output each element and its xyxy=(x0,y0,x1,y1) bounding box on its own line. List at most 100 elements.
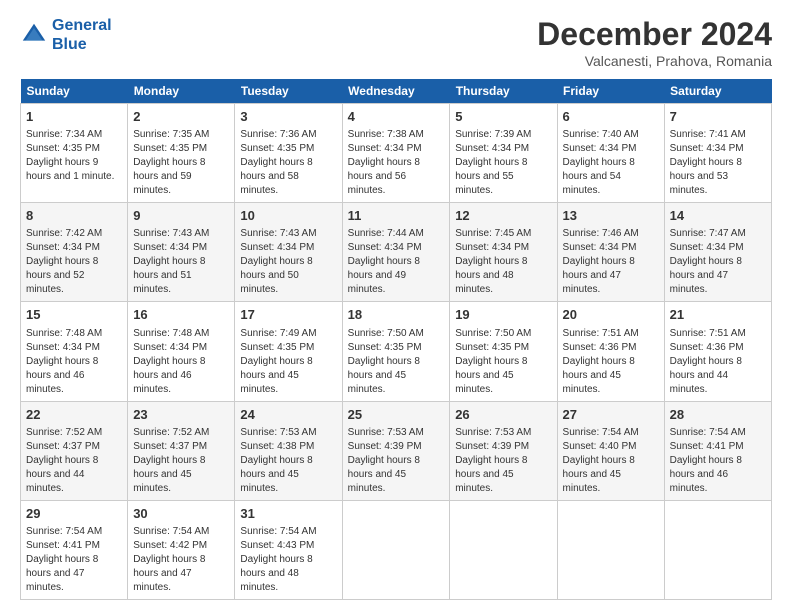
daylight-text: Daylight hours 8 hours and 47 minutes. xyxy=(26,554,98,593)
sunrise-text: Sunrise: 7:43 AM xyxy=(133,228,209,239)
daylight-text: Daylight hours 8 hours and 47 minutes. xyxy=(563,256,635,295)
day-number: 19 xyxy=(455,306,551,324)
sunrise-text: Sunrise: 7:43 AM xyxy=(240,228,316,239)
calendar-cell: 18Sunrise: 7:50 AMSunset: 4:35 PMDayligh… xyxy=(342,302,450,401)
daylight-text: Daylight hours 8 hours and 46 minutes. xyxy=(133,356,205,395)
col-header-thursday: Thursday xyxy=(450,79,557,104)
logo-text: General Blue xyxy=(52,16,112,54)
day-number: 8 xyxy=(26,207,122,225)
sunset-text: Sunset: 4:35 PM xyxy=(240,342,314,353)
sunrise-text: Sunrise: 7:48 AM xyxy=(26,328,102,339)
calendar-cell: 10Sunrise: 7:43 AMSunset: 4:34 PMDayligh… xyxy=(235,203,342,302)
calendar-cell: 1Sunrise: 7:34 AMSunset: 4:35 PMDaylight… xyxy=(21,104,128,203)
sunset-text: Sunset: 4:34 PM xyxy=(26,342,100,353)
logo: General Blue xyxy=(20,16,112,54)
sunset-text: Sunset: 4:43 PM xyxy=(240,540,314,551)
sunset-text: Sunset: 4:34 PM xyxy=(670,242,744,253)
sunrise-text: Sunrise: 7:34 AM xyxy=(26,129,102,140)
daylight-text: Daylight hours 8 hours and 58 minutes. xyxy=(240,157,312,196)
sunset-text: Sunset: 4:34 PM xyxy=(455,143,529,154)
day-number: 13 xyxy=(563,207,659,225)
calendar-cell: 26Sunrise: 7:53 AMSunset: 4:39 PMDayligh… xyxy=(450,401,557,500)
day-number: 6 xyxy=(563,108,659,126)
sunrise-text: Sunrise: 7:54 AM xyxy=(240,526,316,537)
daylight-text: Daylight hours 8 hours and 45 minutes. xyxy=(240,455,312,494)
sunrise-text: Sunrise: 7:45 AM xyxy=(455,228,531,239)
daylight-text: Daylight hours 8 hours and 44 minutes. xyxy=(670,356,742,395)
day-number: 20 xyxy=(563,306,659,324)
day-number: 14 xyxy=(670,207,766,225)
calendar-week-row: 1Sunrise: 7:34 AMSunset: 4:35 PMDaylight… xyxy=(21,104,772,203)
calendar-week-row: 15 Sunrise: 7:48 AM Sunset: 4:34 PM Dayligh… xyxy=(21,302,772,401)
sunrise-text: Sunrise: 7:44 AM xyxy=(348,228,424,239)
sunset-text: Sunset: 4:35 PM xyxy=(348,342,422,353)
sunset-text: Sunset: 4:34 PM xyxy=(455,242,529,253)
sunset-text: Sunset: 4:35 PM xyxy=(26,143,100,154)
month-title: December 2024 xyxy=(537,16,772,53)
sunset-text: Sunset: 4:36 PM xyxy=(670,342,744,353)
day-number: 10 xyxy=(240,207,336,225)
daylight-text: Daylight hours 8 hours and 44 minutes. xyxy=(26,455,98,494)
daylight-text: Daylight hours 8 hours and 50 minutes. xyxy=(240,256,312,295)
day-number: 15 xyxy=(26,306,122,324)
calendar-cell: 7Sunrise: 7:41 AMSunset: 4:34 PMDaylight… xyxy=(664,104,771,203)
daylight-text: Daylight hours 8 hours and 45 minutes. xyxy=(240,356,312,395)
daylight-text: Daylight hours 8 hours and 45 minutes. xyxy=(455,356,527,395)
daylight-text: Daylight hours 8 hours and 59 minutes. xyxy=(133,157,205,196)
day-number: 26 xyxy=(455,406,551,424)
sunrise-text: Sunrise: 7:47 AM xyxy=(670,228,746,239)
sunset-text: Sunset: 4:38 PM xyxy=(240,441,314,452)
col-header-wednesday: Wednesday xyxy=(342,79,450,104)
col-header-monday: Monday xyxy=(128,79,235,104)
sunset-text: Sunset: 4:34 PM xyxy=(26,242,100,253)
calendar-cell: 28Sunrise: 7:54 AMSunset: 4:41 PMDayligh… xyxy=(664,401,771,500)
sunrise-text: Sunrise: 7:49 AM xyxy=(240,328,316,339)
daylight-text: Daylight hours 8 hours and 52 minutes. xyxy=(26,256,98,295)
daylight-text: Daylight hours 8 hours and 46 minutes. xyxy=(670,455,742,494)
sunrise-text: Sunrise: 7:40 AM xyxy=(563,129,639,140)
calendar-cell xyxy=(342,500,450,599)
sunset-text: Sunset: 4:35 PM xyxy=(133,143,207,154)
daylight-text: Daylight hours 8 hours and 56 minutes. xyxy=(348,157,420,196)
day-number: 5 xyxy=(455,108,551,126)
sunset-text: Sunset: 4:35 PM xyxy=(455,342,529,353)
sunrise-text: Sunrise: 7:46 AM xyxy=(563,228,639,239)
sunrise-text: Sunrise: 7:50 AM xyxy=(348,328,424,339)
calendar-cell: 17Sunrise: 7:49 AMSunset: 4:35 PMDayligh… xyxy=(235,302,342,401)
sunrise-text: Sunrise: 7:54 AM xyxy=(670,427,746,438)
calendar-week-row: 22Sunrise: 7:52 AMSunset: 4:37 PMDayligh… xyxy=(21,401,772,500)
daylight-text: Daylight hours 9 hours and 1 minute. xyxy=(26,157,114,182)
calendar-cell: 9Sunrise: 7:43 AMSunset: 4:34 PMDaylight… xyxy=(128,203,235,302)
sunrise-text: Sunrise: 7:36 AM xyxy=(240,129,316,140)
day-number: 22 xyxy=(26,406,122,424)
daylight-text: Daylight hours 8 hours and 45 minutes. xyxy=(563,455,635,494)
logo-icon xyxy=(20,21,48,49)
day-number: 28 xyxy=(670,406,766,424)
day-number: 2 xyxy=(133,108,229,126)
calendar-cell: 16Sunrise: 7:48 AMSunset: 4:34 PMDayligh… xyxy=(128,302,235,401)
calendar-cell: 23Sunrise: 7:52 AMSunset: 4:37 PMDayligh… xyxy=(128,401,235,500)
sunrise-text: Sunrise: 7:38 AM xyxy=(348,129,424,140)
sunrise-text: Sunrise: 7:41 AM xyxy=(670,129,746,140)
daylight-text: Daylight hours 8 hours and 45 minutes. xyxy=(563,356,635,395)
title-block: December 2024 Valcanesti, Prahova, Roman… xyxy=(537,16,772,69)
sunrise-text: Sunrise: 7:39 AM xyxy=(455,129,531,140)
page-header: General Blue December 2024 Valcanesti, P… xyxy=(20,16,772,69)
sunrise-text: Sunrise: 7:51 AM xyxy=(670,328,746,339)
calendar-week-row: 29Sunrise: 7:54 AMSunset: 4:41 PMDayligh… xyxy=(21,500,772,599)
daylight-text: Daylight hours 8 hours and 47 minutes. xyxy=(670,256,742,295)
calendar-cell: 25Sunrise: 7:53 AMSunset: 4:39 PMDayligh… xyxy=(342,401,450,500)
sunrise-text: Sunrise: 7:53 AM xyxy=(240,427,316,438)
day-number: 9 xyxy=(133,207,229,225)
calendar-cell: 12Sunrise: 7:45 AMSunset: 4:34 PMDayligh… xyxy=(450,203,557,302)
daylight-text: Daylight hours 8 hours and 48 minutes. xyxy=(455,256,527,295)
day-number: 16 xyxy=(133,306,229,324)
sunrise-text: Sunrise: 7:54 AM xyxy=(26,526,102,537)
daylight-text: Daylight hours 8 hours and 51 minutes. xyxy=(133,256,205,295)
calendar-cell: 29Sunrise: 7:54 AMSunset: 4:41 PMDayligh… xyxy=(21,500,128,599)
sunrise-text: Sunrise: 7:42 AM xyxy=(26,228,102,239)
day-number: 4 xyxy=(348,108,445,126)
day-number: 25 xyxy=(348,406,445,424)
sunset-text: Sunset: 4:37 PM xyxy=(26,441,100,452)
sunset-text: Sunset: 4:36 PM xyxy=(563,342,637,353)
